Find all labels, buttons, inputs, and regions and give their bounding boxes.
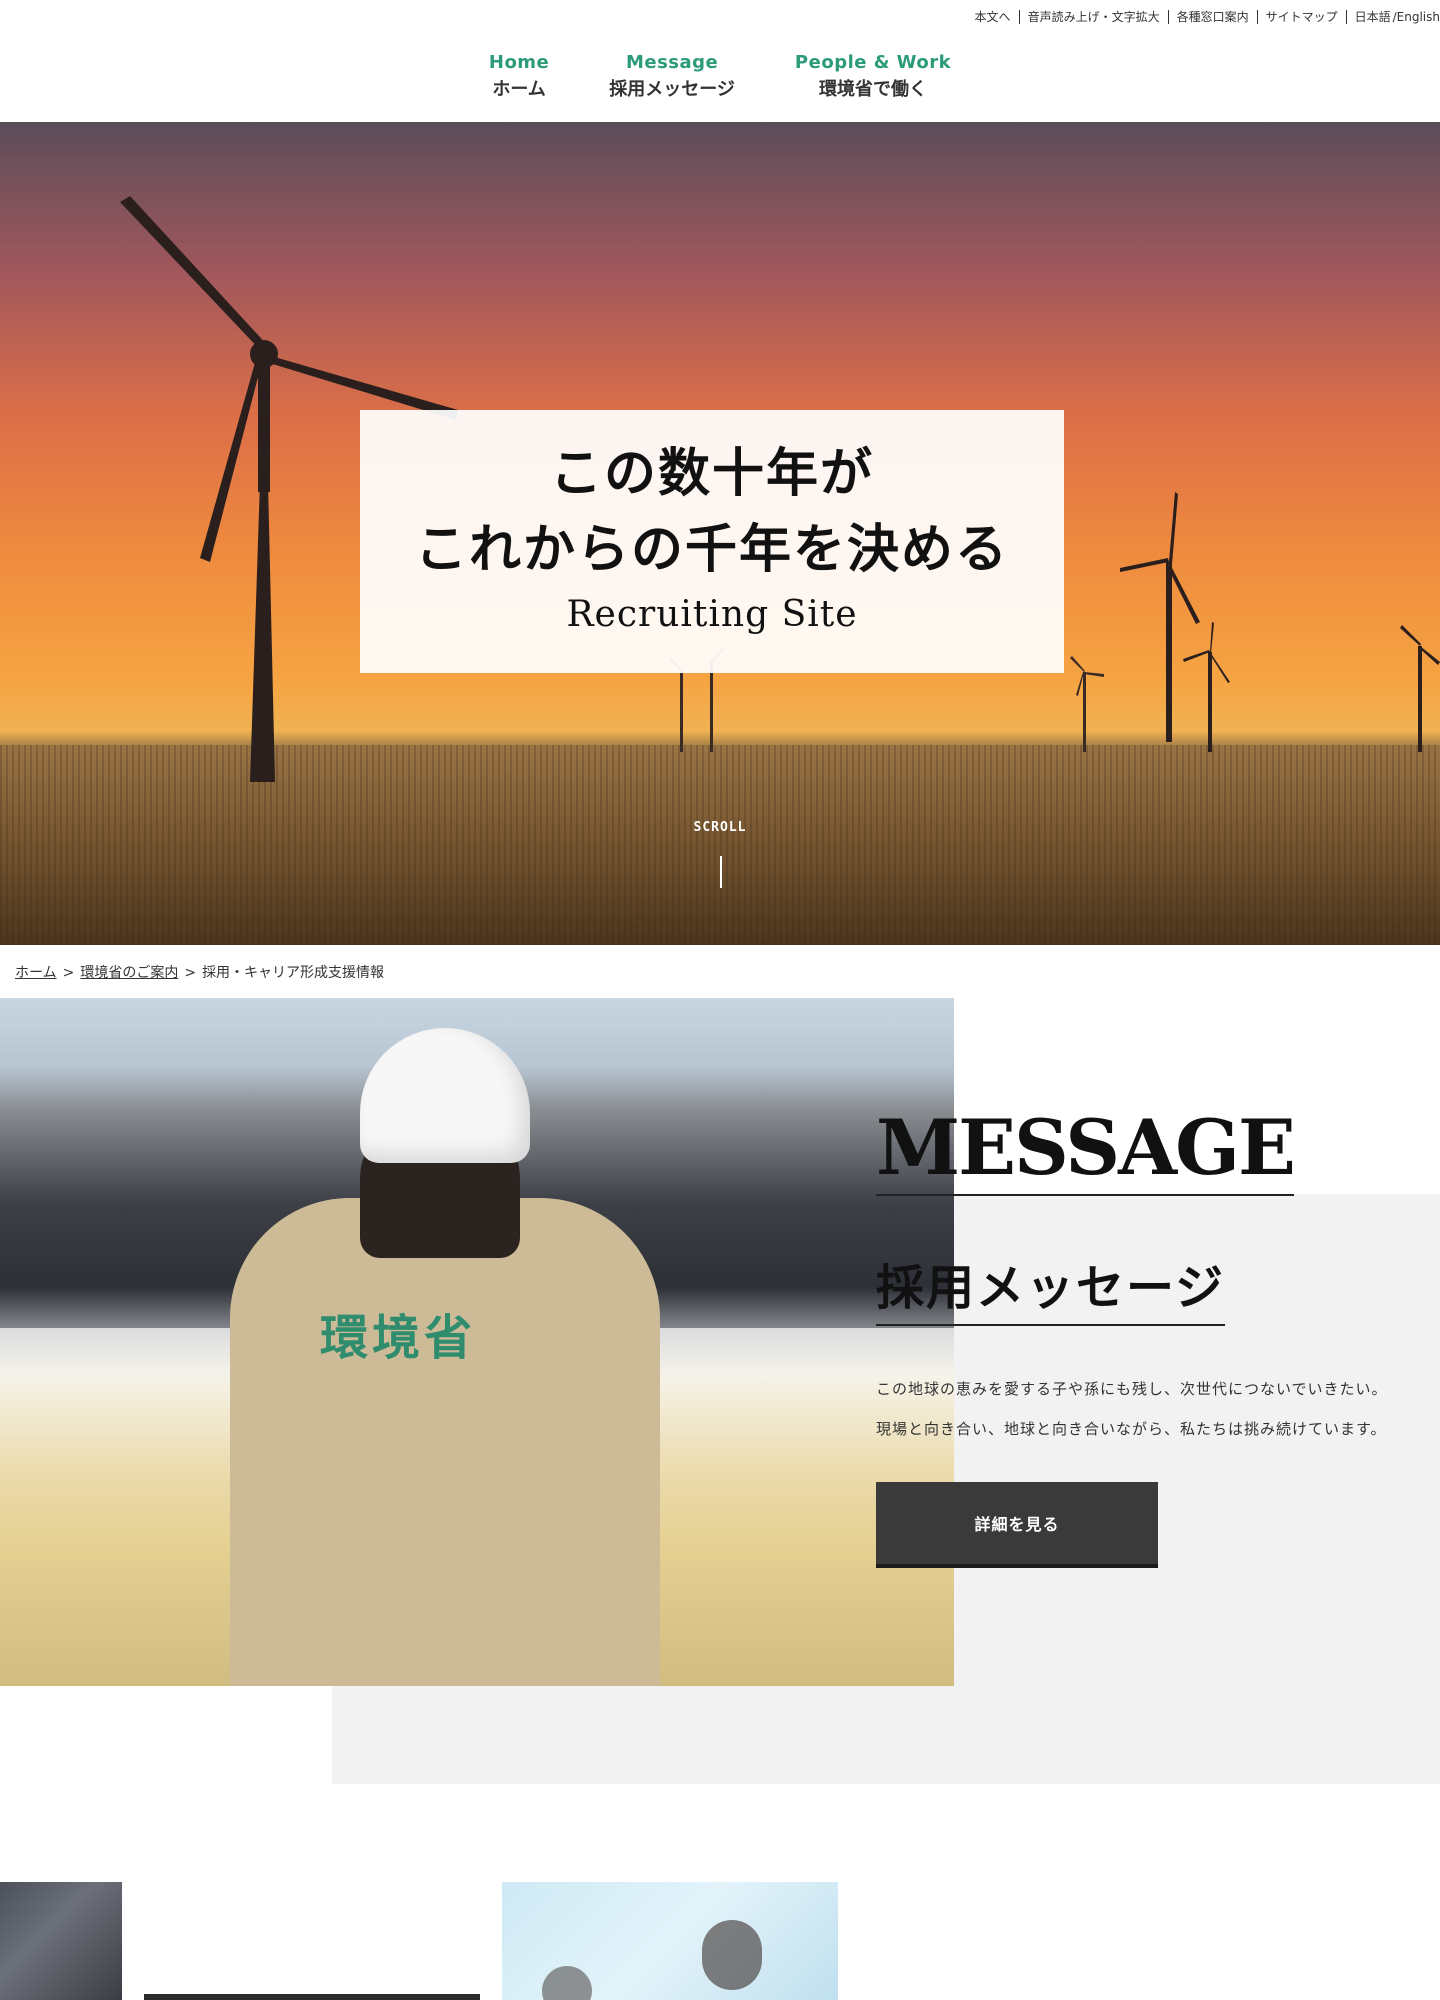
breadcrumb-about-link[interactable]: 環境省のご案内	[80, 965, 178, 981]
nav-item-home-en: Home	[488, 52, 550, 73]
breadcrumb-current: 採用・キャリア形成支援情報	[202, 965, 385, 981]
skip-to-content-link[interactable]: 本文へ	[967, 10, 1019, 24]
breadcrumb-separator: >	[184, 965, 197, 981]
wind-turbine-image	[1070, 656, 1104, 752]
utility-nav: 本文へ 音声読み上げ・文字拡大 各種窓口案内 サイトマップ 日本語 /Engli…	[967, 0, 1440, 34]
message-heading-ja: 採用メッセージ	[876, 1264, 1226, 1326]
teaser-person-silhouette	[702, 1920, 762, 1990]
hero-title-line1: この数十年が	[549, 443, 874, 504]
sitemap-link[interactable]: サイトマップ	[1256, 10, 1346, 24]
nav-item-people-work-en: People & Work	[794, 52, 952, 73]
hero-subtitle: Recruiting Site	[566, 594, 858, 635]
view-details-button[interactable]: 詳細を見る	[876, 1482, 1158, 1568]
hero-title-line2: これからの千年を決める	[414, 519, 1009, 580]
message-body-line2: 現場と向き合い、地球と向き合いながら、私たちは挑み続けています。	[876, 1420, 1387, 1438]
scroll-indicator-line	[720, 856, 722, 888]
lang-ja-link[interactable]: 日本語	[1345, 10, 1391, 24]
wind-turbine-image	[1183, 622, 1230, 752]
teaser-image-3[interactable]	[502, 1882, 838, 2000]
teaser-image-1[interactable]	[0, 1882, 122, 2000]
message-body-line1: この地球の恵みを愛する子や孫にも残し、次世代につないでいきたい。	[876, 1380, 1388, 1398]
teaser-image-2[interactable]	[144, 1994, 480, 2000]
accessibility-link[interactable]: 音声読み上げ・文字拡大	[1018, 10, 1168, 24]
nav-item-people-work[interactable]: People & Work 環境省で働く	[795, 52, 951, 101]
nav-item-home[interactable]: Home ホーム	[489, 52, 549, 101]
message-photo: 環境省	[0, 998, 954, 1686]
photo-worker-jacket	[230, 1198, 660, 1686]
nav-item-message-en: Message	[625, 52, 719, 73]
global-nav: Home ホーム Message 採用メッセージ People & Work 環…	[0, 52, 1440, 101]
wind-turbine-image	[1400, 625, 1440, 752]
breadcrumb-separator: >	[62, 965, 75, 981]
teaser-person-silhouette	[542, 1966, 592, 2000]
nav-item-people-work-ja: 環境省で働く	[819, 79, 928, 100]
breadcrumb: ホーム > 環境省のご案内 > 採用・キャリア形成支援情報	[15, 962, 384, 982]
photo-jacket-lettering: 環境省	[320, 1310, 477, 1366]
nav-item-home-ja: ホーム	[492, 79, 546, 100]
scroll-label[interactable]: SCROLL	[0, 820, 1440, 835]
breadcrumb-home-link[interactable]: ホーム	[15, 965, 57, 981]
nav-item-message[interactable]: Message 採用メッセージ	[609, 52, 735, 101]
hero-title-card: この数十年が これからの千年を決める Recruiting Site	[360, 410, 1064, 673]
photo-helmet	[360, 1028, 530, 1163]
nav-item-message-ja: 採用メッセージ	[609, 79, 735, 100]
contact-guide-link[interactable]: 各種窓口案内	[1167, 10, 1257, 24]
hero: この数十年が これからの千年を決める Recruiting Site SCROL…	[0, 122, 1440, 945]
message-heading-en: MESSAGE	[876, 1110, 1296, 1196]
lang-en-link[interactable]: /English	[1391, 10, 1440, 24]
